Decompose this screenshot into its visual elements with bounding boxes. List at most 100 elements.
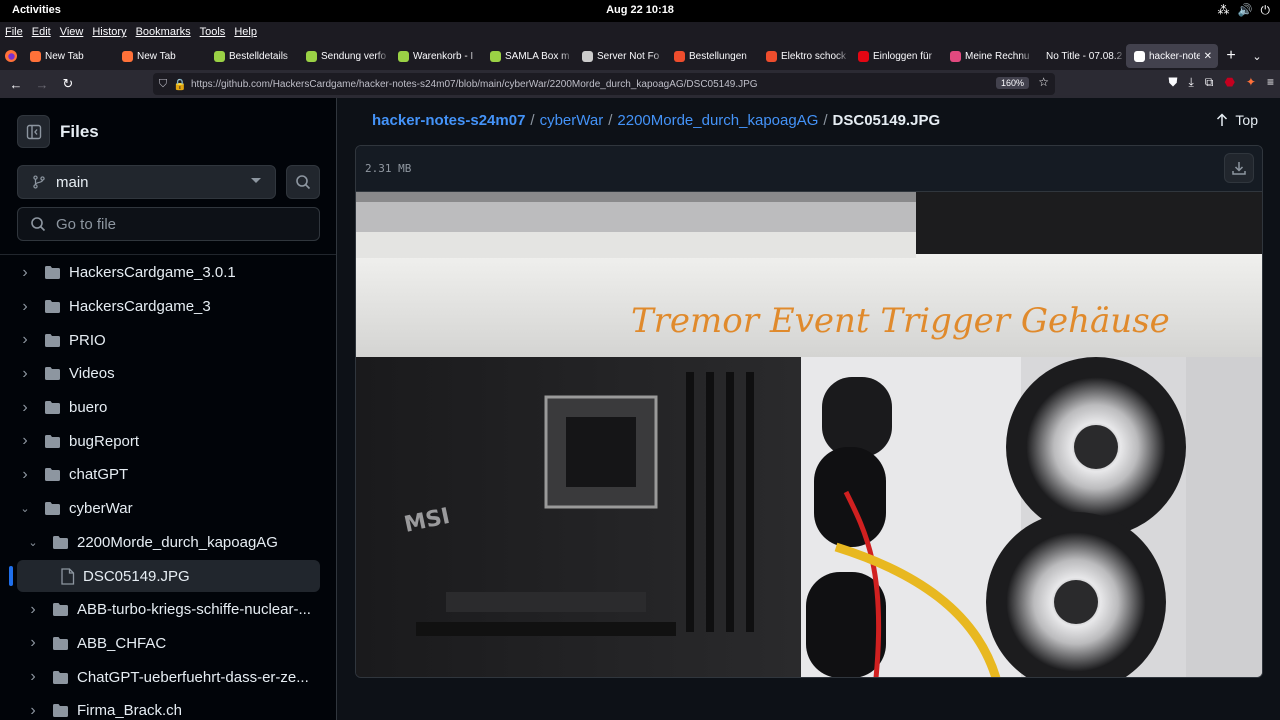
folder-open-icon: [44, 501, 61, 516]
search-button[interactable]: [286, 165, 320, 199]
url-bar[interactable]: ⛉ 🔒 https://github.com/HackersCardgame/h…: [153, 73, 1055, 95]
tree-folder-item[interactable]: › Firma_Brack.ch: [0, 694, 336, 720]
app-menu-icon[interactable]: ≡: [1267, 75, 1274, 90]
image-preview[interactable]: Tremor Event Trigger Gehäuse MSI: [356, 192, 1262, 678]
chevron-right-icon[interactable]: ›: [20, 298, 30, 316]
chevron-right-icon[interactable]: ›: [28, 601, 38, 619]
tab-favicon-icon: [306, 50, 317, 62]
power-icon: ⏻: [1260, 3, 1271, 17]
ublock-icon[interactable]: ⬣: [1224, 75, 1234, 90]
tab-favicon-icon: [490, 50, 501, 62]
reload-icon[interactable]: ↻: [55, 76, 81, 92]
menu-file[interactable]: File: [5, 26, 23, 38]
browser-tab[interactable]: hacker-note ✕: [1126, 44, 1218, 68]
browser-tab[interactable]: Bestelldetails: [206, 42, 298, 70]
firefox-view-button[interactable]: [0, 42, 22, 70]
browser-tab[interactable]: Elektro schock: [758, 42, 850, 70]
tree-file-item[interactable]: DSC05149.JPG: [0, 559, 336, 593]
browser-tab[interactable]: Einloggen für: [850, 42, 942, 70]
chevron-down-icon: [251, 178, 261, 183]
firefox-icon: [5, 50, 17, 62]
tree-folder-item[interactable]: › buero: [0, 391, 336, 425]
browser-tab[interactable]: New Tab: [22, 42, 114, 70]
chevron-down-icon[interactable]: ⌄: [28, 536, 38, 549]
lock-icon[interactable]: 🔒: [173, 78, 187, 91]
tree-item-label: 2200Morde_durch_kapoagAG: [77, 533, 278, 551]
tree-folder-item[interactable]: › HackersCardgame_3.0.1: [0, 256, 336, 290]
chevron-right-icon[interactable]: ›: [20, 466, 30, 484]
url-text[interactable]: https://github.com/HackersCardgame/hacke…: [191, 79, 991, 90]
tree-item-label: cyberWar: [69, 500, 133, 518]
chevron-right-icon[interactable]: ›: [28, 668, 38, 686]
system-top-bar: Activities Aug 22 10:18 ⁂ 🔊 ⏻: [0, 0, 1280, 22]
menu-history[interactable]: History: [92, 26, 126, 38]
tree-item-label: DSC05149.JPG: [83, 567, 190, 585]
chevron-right-icon[interactable]: ›: [20, 365, 30, 383]
browser-tab[interactable]: New Tab: [114, 42, 206, 70]
zoom-indicator[interactable]: 160%: [995, 77, 1029, 89]
branch-selector[interactable]: main: [17, 165, 276, 199]
chevron-right-icon[interactable]: ›: [20, 399, 30, 417]
tree-folder-item[interactable]: › ChatGPT-ueberfuehrt-dass-er-ze...: [0, 660, 336, 694]
selection-indicator: [9, 566, 13, 587]
chevron-right-icon[interactable]: ›: [20, 331, 30, 349]
tree-folder-item[interactable]: › PRIO: [0, 323, 336, 357]
list-all-tabs-icon[interactable]: ⌄: [1244, 50, 1270, 63]
tab-favicon-icon: [122, 50, 133, 62]
tracking-shield-icon[interactable]: ⛉: [153, 78, 173, 91]
browser-tab[interactable]: Server Not Fo: [574, 42, 666, 70]
breadcrumb-dir-link[interactable]: 2200Morde_durch_kapoagAG: [617, 112, 818, 129]
download-icon: [1232, 162, 1246, 175]
system-tray[interactable]: ⁂ 🔊 ⏻: [1218, 3, 1270, 18]
tree-folder-item[interactable]: › Videos: [0, 357, 336, 391]
breadcrumb-dir-link[interactable]: cyberWar: [540, 112, 604, 129]
tree-folder-item[interactable]: › chatGPT: [0, 458, 336, 492]
browser-tab[interactable]: Bestellungen: [666, 42, 758, 70]
file-header: 2.31 MB: [356, 146, 1262, 192]
chevron-down-icon[interactable]: ⌄: [20, 502, 30, 515]
tree-folder-item[interactable]: › ABB-turbo-kriegs-schiffe-nuclear-...: [0, 593, 336, 627]
browser-tab[interactable]: No Title - 07.08.2: [1034, 42, 1126, 70]
tree-folder-item[interactable]: › bugReport: [0, 424, 336, 458]
browser-tab[interactable]: Sendung verfo: [298, 42, 390, 70]
pocket-icon[interactable]: ⛊: [1169, 75, 1178, 90]
menu-edit[interactable]: Edit: [32, 26, 51, 38]
browser-menu-bar: File Edit View History Bookmarks Tools Help: [0, 22, 1280, 42]
menu-tools[interactable]: Tools: [200, 26, 226, 38]
forward-icon[interactable]: →: [29, 77, 55, 92]
browser-tab[interactable]: Warenkorb - I: [390, 42, 482, 70]
new-tab-button[interactable]: +: [1218, 47, 1244, 65]
chevron-right-icon[interactable]: ›: [28, 702, 38, 720]
back-icon[interactable]: ←: [3, 77, 29, 92]
back-to-top-button[interactable]: Top: [1216, 112, 1258, 128]
downloads-icon[interactable]: ⤓: [1189, 75, 1194, 90]
clock[interactable]: Aug 22 10:18: [0, 4, 1280, 16]
go-to-file-input[interactable]: Go to file: [17, 207, 320, 241]
chevron-right-icon[interactable]: ›: [28, 634, 38, 652]
close-tab-icon[interactable]: ✕: [1204, 51, 1212, 62]
tree-item-label: Videos: [69, 365, 115, 383]
bookmark-star-icon[interactable]: ☆: [1038, 75, 1049, 89]
tree-folder-item[interactable]: ⌄ cyberWar: [0, 492, 336, 526]
browser-tab[interactable]: SAMLA Box m: [482, 42, 574, 70]
download-button[interactable]: [1224, 153, 1254, 183]
menu-bookmarks[interactable]: Bookmarks: [136, 26, 191, 38]
browser-tab[interactable]: Meine Rechnu: [942, 42, 1034, 70]
chevron-right-icon[interactable]: ›: [20, 432, 30, 450]
extensions-icon[interactable]: ⧉: [1205, 75, 1214, 90]
tree-folder-item[interactable]: ⌄ 2200Morde_durch_kapoagAG: [0, 526, 336, 560]
tree-folder-item[interactable]: › ABB_CHFAC: [0, 627, 336, 661]
addon-icon[interactable]: ✦: [1246, 75, 1256, 90]
tree-item-label: buero: [69, 399, 108, 417]
menu-help[interactable]: Help: [234, 26, 257, 38]
divider: [0, 254, 336, 255]
breadcrumb-repo-link[interactable]: hacker-notes-s24m07: [372, 112, 525, 129]
tree-item-label: PRIO: [69, 331, 106, 349]
chevron-right-icon[interactable]: ›: [20, 264, 30, 282]
menu-view[interactable]: View: [60, 26, 84, 38]
collapse-sidebar-button[interactable]: [17, 115, 50, 148]
tree-item-label: ABB-turbo-kriegs-schiffe-nuclear-...: [77, 601, 311, 619]
tree-folder-item[interactable]: › HackersCardgame_3: [0, 290, 336, 324]
top-label: Top: [1235, 112, 1258, 128]
sidebar-title: Files: [60, 121, 99, 141]
